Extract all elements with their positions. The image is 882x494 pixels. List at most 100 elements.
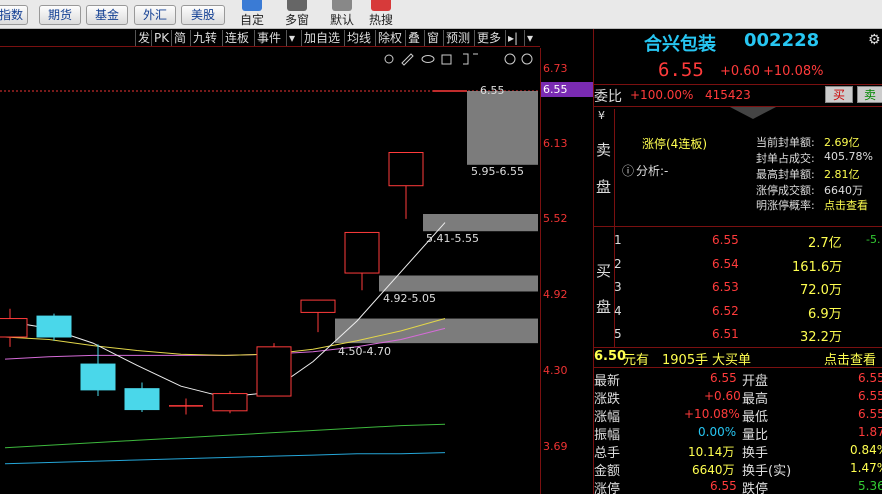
quote-label: 振幅: [594, 428, 621, 443]
price-zones: [335, 91, 538, 344]
quote-value: 5.36: [858, 479, 882, 493]
sell-button[interactable]: 卖: [857, 86, 882, 103]
buy-button[interactable]: 买: [825, 86, 853, 103]
zone-label-2: 5.41-5.55: [426, 232, 479, 245]
quote-label: 量比: [742, 428, 769, 443]
quote-label: 涨停: [594, 482, 621, 494]
quote-label: 涨幅: [594, 410, 621, 425]
toolbar-dropdown-icon[interactable]: ▾: [524, 30, 538, 46]
ma-cyan-line: [4, 452, 446, 465]
divider: [594, 84, 882, 85]
market-forex-button[interactable]: 外汇: [134, 5, 176, 25]
bid-price: 6.51: [712, 327, 739, 341]
bid-level: 5: [614, 327, 622, 341]
bid-level: 4: [614, 304, 622, 318]
quote-label: 最新: [594, 374, 621, 389]
drag-icon[interactable]: [463, 53, 478, 65]
default-label: 默认: [329, 13, 354, 27]
chart-tool-simple[interactable]: 简: [171, 30, 188, 46]
resistance-zone: [467, 91, 538, 165]
chart-tool-limit-board[interactable]: 连板: [222, 30, 251, 46]
zoom-out-icon[interactable]: [521, 53, 533, 65]
weibi-pct: +100.00%: [630, 88, 694, 102]
quote-label: 换手(实): [742, 464, 792, 479]
market-index-button[interactable]: 指数: [0, 5, 28, 25]
candle-body: [124, 388, 160, 411]
market-us-stocks-button[interactable]: 美股: [181, 5, 225, 25]
events-dropdown-arrow-icon[interactable]: ▾: [286, 30, 300, 46]
chart-tool-add-watchlist[interactable]: 加自选: [301, 30, 342, 46]
big-order-link[interactable]: 点击查看: [824, 349, 876, 368]
quote-label: 跌停: [742, 482, 769, 494]
chart-tool-more[interactable]: 更多: [474, 30, 503, 46]
stock-name: 合兴包装: [644, 34, 716, 55]
multi-window-button[interactable]: 多窗: [277, 0, 317, 29]
stat-value: 6640万: [824, 184, 863, 197]
candle-body: [300, 299, 336, 313]
quote-value: 1.87: [858, 425, 882, 439]
quote-value: 6.55: [710, 479, 737, 493]
quote-value: +0.60: [704, 389, 741, 403]
zoom-in-icon[interactable]: [504, 53, 516, 65]
quote-label: 涨跌: [594, 392, 621, 407]
buy-side-label-2: 盘: [596, 298, 612, 316]
zone-label-4: 4.50-4.70: [338, 345, 391, 358]
delete-icon[interactable]: [441, 54, 452, 65]
limit-up-probability-link[interactable]: 点击查看: [824, 197, 868, 213]
eye-icon[interactable]: [421, 55, 435, 63]
ma-green-line: [4, 423, 446, 449]
bid-price: 6.55: [712, 233, 739, 247]
draw-pen-icon[interactable]: [401, 53, 414, 66]
bid-level: 2: [614, 257, 622, 271]
divider: [594, 226, 882, 227]
chart-tool-window[interactable]: 窗: [424, 30, 441, 46]
big-order-price: 6.50: [594, 349, 627, 364]
bid-price: 6.53: [712, 280, 739, 294]
chart-tool-ex-rights[interactable]: 除权: [375, 30, 404, 46]
multi-window-label: 多窗: [284, 13, 309, 27]
analysis-icon: ⓘ: [622, 164, 635, 178]
divider: [594, 347, 882, 348]
stat-label: 涨停成交额:: [756, 184, 815, 197]
bid-level: 1: [614, 233, 622, 247]
stat-label: 最高封单额:: [756, 168, 815, 181]
bid-volume: 2.7亿: [808, 236, 842, 251]
zone-label-top: 6.55: [480, 84, 505, 97]
custom-button[interactable]: 自定: [232, 0, 272, 29]
price-change-pct: +10.08%: [763, 64, 824, 79]
chart-tool-nine-turn[interactable]: 九转: [190, 30, 219, 46]
quote-label: 金额: [594, 464, 621, 479]
stock-code: 002228: [744, 30, 820, 51]
candle-body: [212, 393, 248, 412]
stat-label: 封单占成交:: [756, 152, 815, 165]
chart-tool-ma[interactable]: 均线: [344, 30, 373, 46]
zone-label-1: 5.95-6.55: [471, 165, 524, 178]
custom-label: 自定: [239, 13, 264, 27]
settings-gear-icon[interactable]: ⚙: [868, 32, 881, 48]
candle-body: [344, 231, 380, 274]
bid-volume: 161.6万: [792, 260, 843, 275]
chart-tool-forecast[interactable]: 预测: [443, 30, 472, 46]
default-icon: [332, 0, 352, 11]
collapse-arrow-icon[interactable]: [730, 107, 776, 119]
candle-body: [36, 315, 72, 338]
hot-search-button[interactable]: 热搜: [361, 0, 401, 29]
custom-icon: [242, 0, 262, 11]
chart-tool-events[interactable]: 事件: [254, 30, 283, 46]
chart-tool-fa[interactable]: 发: [135, 30, 152, 46]
kline-chart[interactable]: 6.55 5.95-6.55 5.41-5.55 4.92-5.05 4.50-…: [0, 48, 540, 494]
market-fund-button[interactable]: 基金: [86, 5, 128, 25]
settings-icon[interactable]: [384, 54, 394, 64]
bid-level: 3: [614, 280, 622, 294]
divider: [614, 109, 615, 226]
default-button[interactable]: 默认: [322, 0, 362, 29]
collapse-panel-icon[interactable]: ▸|: [505, 30, 523, 46]
chart-tool-overlay[interactable]: 叠: [405, 30, 422, 46]
stat-value: 2.69亿: [824, 136, 860, 149]
quote-value: 0.84%: [850, 443, 882, 457]
bid-price: 6.52: [712, 304, 739, 318]
quote-value: +10.08%: [684, 407, 740, 421]
market-futures-button[interactable]: 期货: [39, 5, 81, 25]
quote-value: 6.55: [858, 407, 882, 421]
chart-tool-pk[interactable]: PK: [151, 30, 171, 46]
